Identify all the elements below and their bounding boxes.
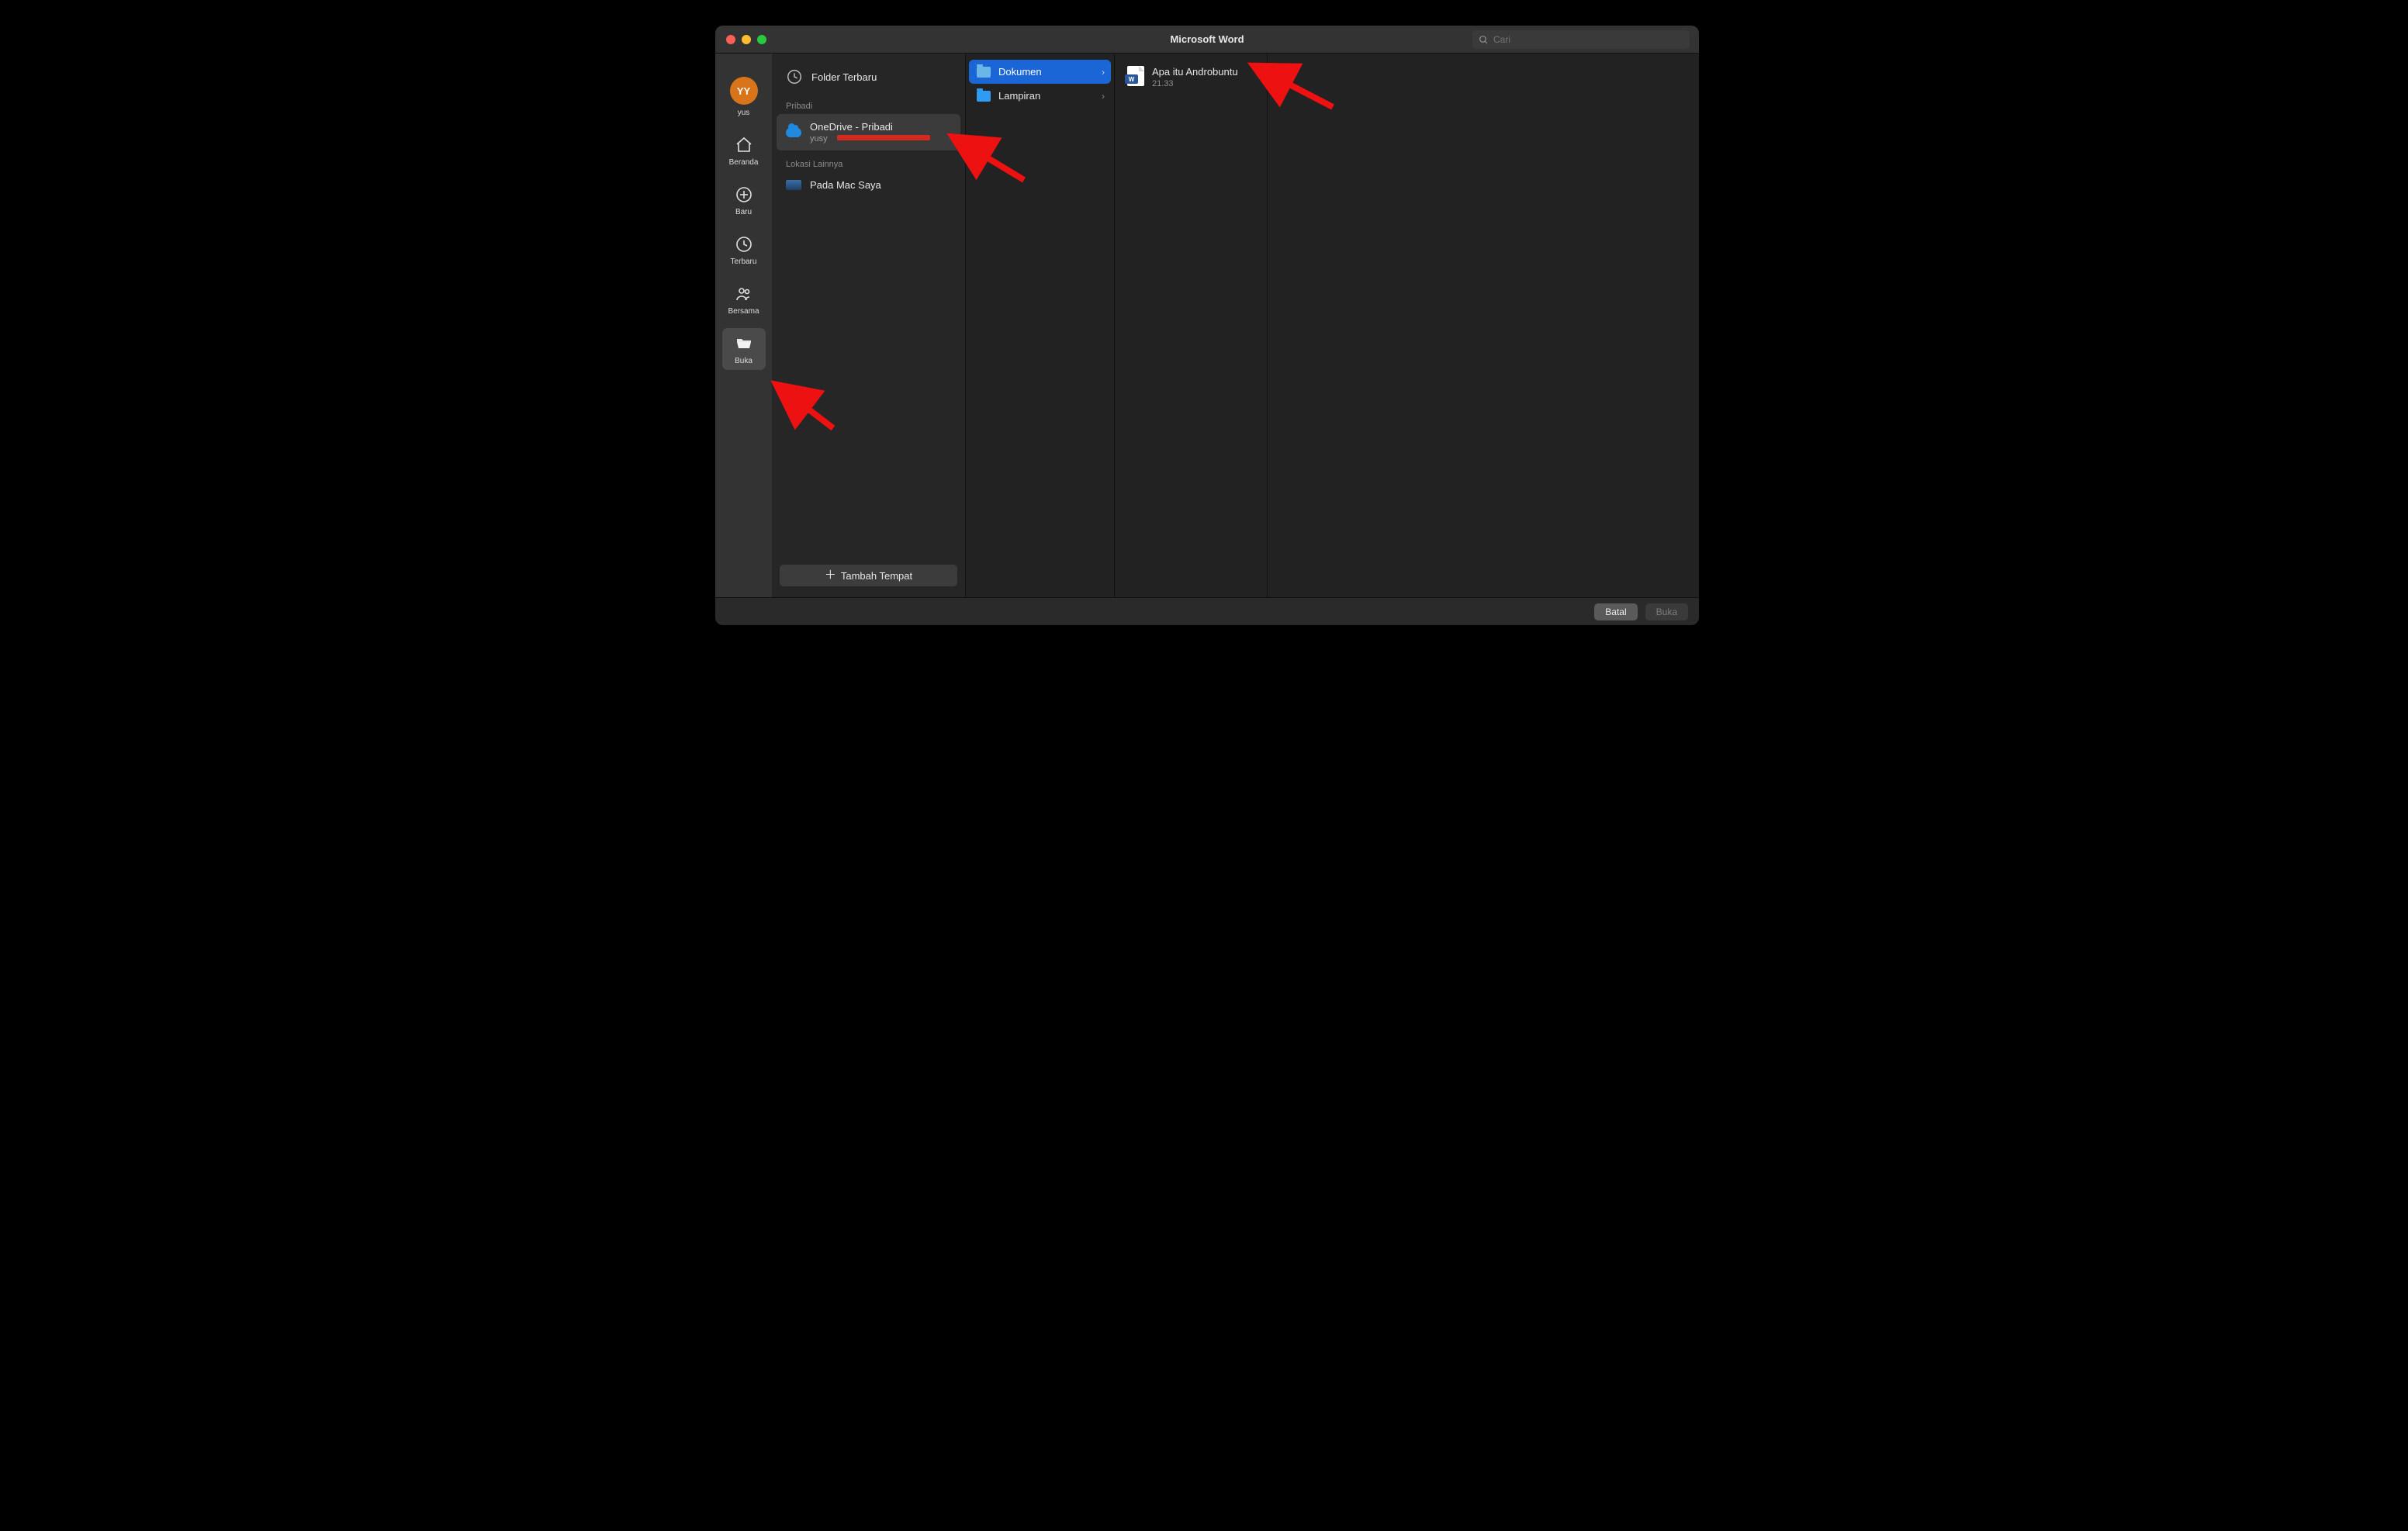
nav-home[interactable]: Beranda	[722, 130, 766, 171]
nav-open-label: Buka	[735, 357, 752, 365]
search-input[interactable]	[1493, 34, 1683, 45]
onedrive-title: OneDrive - Pribadi	[810, 121, 893, 133]
cancel-button[interactable]: Batal	[1594, 603, 1637, 620]
nav-open[interactable]: Buka	[722, 328, 766, 370]
clock-icon	[786, 68, 803, 85]
mac-icon	[786, 180, 801, 190]
folder-dokumen[interactable]: Dokumen ›	[969, 60, 1111, 84]
nav-home-label: Beranda	[729, 158, 759, 167]
titlebar: Microsoft Word	[715, 26, 1699, 54]
nav-new-label: Baru	[735, 208, 752, 216]
word-badge: W	[1125, 74, 1138, 84]
folder-icon	[977, 91, 991, 102]
folders-column: Dokumen › Lampiran ›	[966, 54, 1115, 597]
detail-column	[1268, 54, 1699, 597]
recent-folders[interactable]: Folder Terbaru	[777, 61, 960, 92]
folder-open-icon	[735, 334, 753, 353]
open-button: Buka	[1645, 603, 1688, 620]
nav-user[interactable]: YY yus	[722, 71, 766, 122]
avatar: YY	[730, 77, 758, 105]
location-on-my-mac[interactable]: Pada Mac Saya	[777, 172, 960, 198]
people-icon	[735, 285, 753, 303]
nav-shared-label: Bersama	[728, 307, 759, 316]
location-onedrive-personal[interactable]: OneDrive - Pribadi yusy	[777, 114, 960, 150]
locations-column: Folder Terbaru Pribadi OneDrive - Pribad…	[772, 54, 966, 597]
folder-label: Lampiran	[998, 90, 1040, 102]
on-my-mac-label: Pada Mac Saya	[810, 179, 881, 191]
redaction-bar	[837, 135, 930, 140]
recent-folders-label: Folder Terbaru	[811, 71, 877, 83]
nav-shared[interactable]: Bersama	[722, 278, 766, 320]
search-icon	[1479, 35, 1489, 45]
file-name: Apa itu Androbuntu	[1152, 66, 1238, 78]
add-place-button[interactable]: ＋ Tambah Tempat	[780, 565, 957, 586]
dialog-footer: Batal Buka	[715, 597, 1699, 625]
open-dialog-window: Microsoft Word YY yus Beranda Baru	[715, 26, 1699, 625]
nav-recent[interactable]: Terbaru	[722, 229, 766, 271]
nav-user-label: yus	[738, 109, 750, 117]
add-place-label: Tambah Tempat	[841, 570, 912, 582]
file-item[interactable]: W Apa itu Androbuntu 21.33	[1119, 60, 1262, 95]
nav-new[interactable]: Baru	[722, 179, 766, 221]
onedrive-icon	[786, 127, 801, 137]
plus-circle-icon	[735, 185, 753, 204]
clock-icon	[735, 235, 753, 254]
chevron-right-icon: ›	[1102, 91, 1105, 102]
folder-icon	[977, 67, 991, 78]
section-other-header: Lokasi Lainnya	[777, 150, 960, 172]
file-time: 21.33	[1152, 79, 1238, 88]
chevron-right-icon: ›	[1102, 67, 1105, 78]
home-icon	[735, 136, 753, 154]
folder-label: Dokumen	[998, 66, 1042, 78]
nav-recent-label: Terbaru	[731, 257, 757, 266]
folder-lampiran[interactable]: Lampiran ›	[969, 84, 1111, 108]
files-column: W Apa itu Androbuntu 21.33	[1115, 54, 1268, 597]
section-personal-header: Pribadi	[777, 92, 960, 114]
search-field[interactable]	[1472, 30, 1690, 49]
left-nav: YY yus Beranda Baru Terbaru Bersam	[715, 54, 772, 597]
word-document-icon: W	[1127, 66, 1144, 86]
